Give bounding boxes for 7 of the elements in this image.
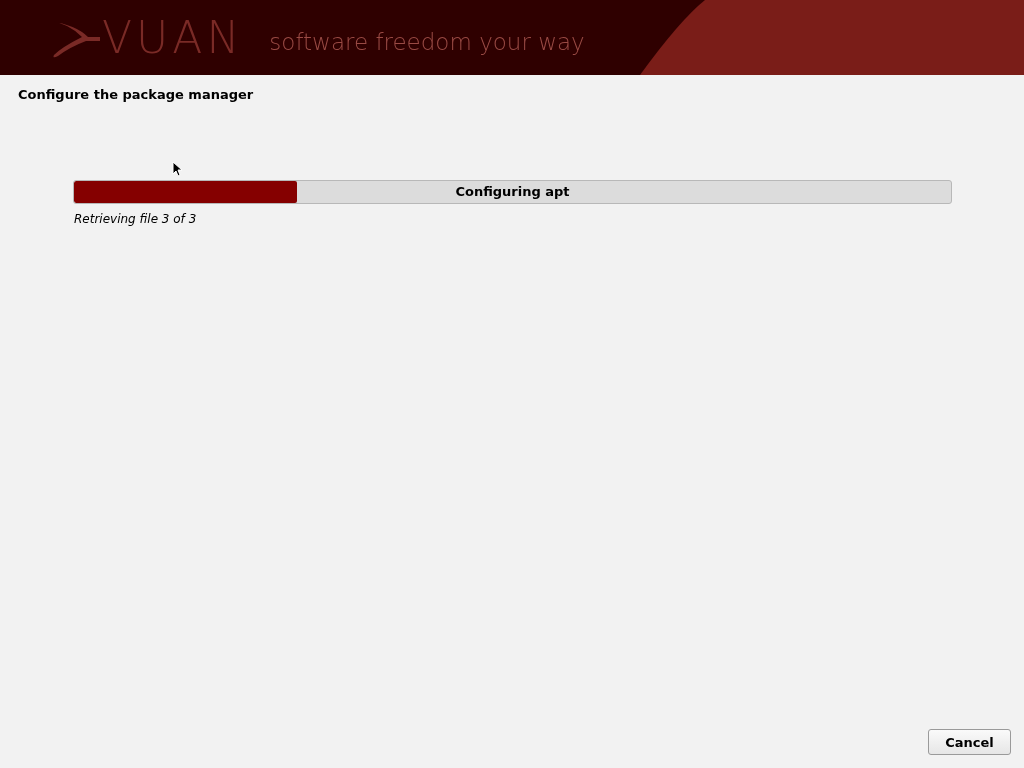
status-text: Retrieving file 3 of 3 <box>73 212 197 226</box>
progress-label: Configuring apt <box>455 183 570 201</box>
cursor-icon <box>172 161 182 177</box>
page-title: Configure the package manager <box>18 87 255 102</box>
logo-text: VUAN <box>102 15 244 60</box>
tagline: software freedom your way <box>269 28 585 55</box>
cancel-button[interactable]: Cancel <box>928 729 1011 755</box>
